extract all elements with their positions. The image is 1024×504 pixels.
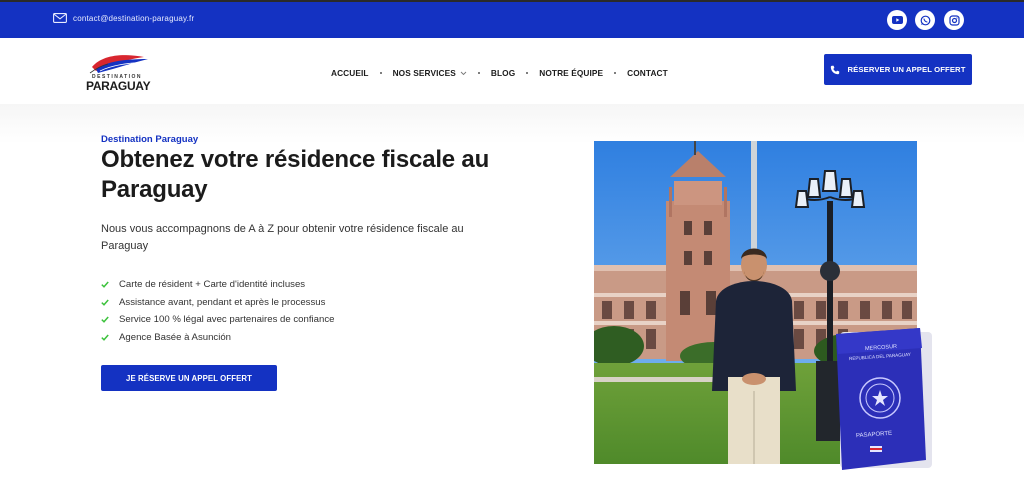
nav-separator <box>477 72 480 74</box>
check-icon <box>101 299 109 306</box>
feature-text: Service 100 % légal avec partenaires de … <box>119 314 335 326</box>
phone-icon <box>831 65 840 74</box>
hero-book-call-button[interactable]: JE RÉSERVE UN APPEL OFFERT <box>101 365 277 391</box>
check-icon <box>101 281 109 289</box>
list-item: Assistance avant, pendant et après le pr… <box>101 294 334 312</box>
feature-text: Agence Basée à Asunción <box>119 331 232 343</box>
list-item: Agence Basée à Asunción <box>101 329 334 347</box>
feature-text: Assistance avant, pendant et après le pr… <box>119 296 326 308</box>
nav-separator <box>379 72 382 74</box>
contact-email-link[interactable]: contact@destination-paraguay.fr <box>53 13 194 23</box>
chevron-down-icon <box>460 71 467 75</box>
main-navigation: ACCUEIL NOS SERVICES BLOG NOTRE ÉQUIPE C… <box>331 68 668 78</box>
hero-description: Nous vous accompagnons de A à Z pour obt… <box>101 223 464 252</box>
feather-logo-icon <box>89 55 148 74</box>
feature-list: Carte de résident + Carte d'identité inc… <box>101 276 334 346</box>
logo-title: PARAGUAY <box>86 79 151 93</box>
instagram-icon <box>948 14 960 26</box>
contact-email: contact@destination-paraguay.fr <box>73 13 195 23</box>
nav-separator <box>526 72 529 74</box>
nav-separator <box>614 72 617 74</box>
book-call-label: RÉSERVER UN APPEL OFFERT <box>847 65 966 74</box>
nav-item-nos-services[interactable]: NOS SERVICES <box>393 68 467 78</box>
hero-book-call-label: JE RÉSERVE UN APPEL OFFERT <box>126 373 252 383</box>
hero-title: Obtenez votre résidence fiscale au Parag… <box>101 146 490 203</box>
youtube-button[interactable] <box>887 10 907 30</box>
instagram-button[interactable] <box>944 10 964 30</box>
check-icon <box>101 334 109 341</box>
check-icon <box>101 316 109 324</box>
feature-text: Carte de résident + Carte d'identité inc… <box>119 279 306 291</box>
nav-item-contact[interactable]: CONTACT <box>627 68 668 78</box>
list-item: Service 100 % légal avec partenaires de … <box>101 311 334 329</box>
list-item: Carte de résident + Carte d'identité inc… <box>101 276 334 294</box>
mail-icon <box>53 13 67 23</box>
nav-item-blog[interactable]: BLOG <box>491 68 515 78</box>
site-logo[interactable]: DESTINATION PARAGUAY <box>84 53 154 93</box>
nav-item-label: NOS SERVICES <box>392 68 456 78</box>
whatsapp-icon <box>920 15 930 25</box>
hero-eyebrow: Destination Paraguay <box>101 134 199 145</box>
nav-item-notre-equipe[interactable]: NOTRE ÉQUIPE <box>539 68 603 78</box>
top-bar: contact@destination-paraguay.fr <box>0 0 1024 38</box>
site-header: DESTINATION PARAGUAY ACCUEIL NOS SERVICE… <box>0 38 1024 104</box>
whatsapp-button[interactable] <box>915 10 935 30</box>
youtube-icon <box>891 16 903 24</box>
book-call-button[interactable]: RÉSERVER UN APPEL OFFERT <box>824 54 972 85</box>
paraguay-passport-image: MERCOSUR REPUBLICA DEL PARAGUAY PASAPORT… <box>832 328 934 470</box>
nav-item-accueil[interactable]: ACCUEIL <box>331 68 369 78</box>
